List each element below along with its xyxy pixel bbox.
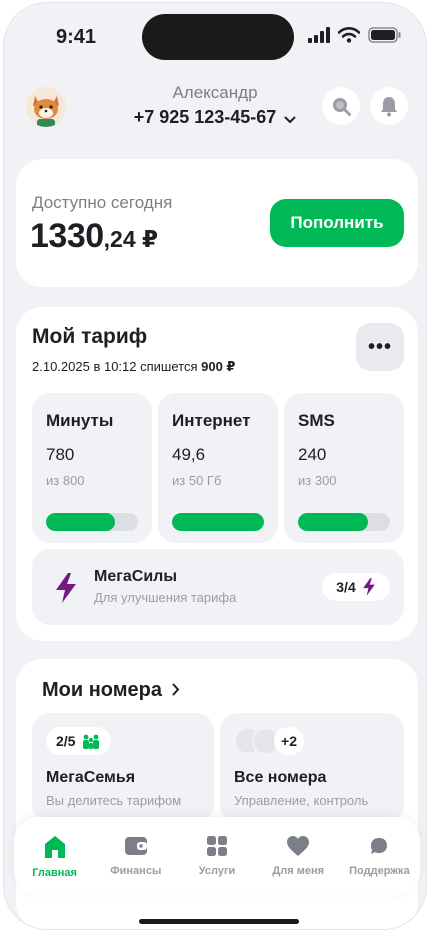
lightning-small-icon — [362, 578, 375, 596]
progress-fill — [46, 513, 115, 531]
megasily-count: 3/4 — [336, 579, 356, 595]
balance-card: Доступно сегодня 1330,24 ₽ Пополнить — [16, 159, 418, 287]
tile-minutes[interactable]: Минуты 780 из 800 — [32, 393, 152, 543]
tile-internet[interactable]: Интернет 49,6 из 50 Гб — [158, 393, 278, 543]
grid-icon — [207, 836, 227, 856]
tile-limit: из 800 — [46, 473, 85, 488]
tile-limit: из 50 Гб — [172, 473, 222, 488]
dynamic-island — [142, 14, 294, 60]
nav-label: Финансы — [110, 865, 162, 877]
bottom-navigation: Главная Финансы Услуги Для меня Поддержк… — [14, 817, 420, 895]
internet-progress-bar — [172, 513, 264, 531]
megasemya-tile[interactable]: 2/5 МегаСемья Вы делитесь тарифом — [32, 713, 214, 823]
extra-numbers-count: +2 — [274, 727, 304, 755]
tile-label: SMS — [298, 411, 335, 430]
nav-support[interactable]: Поддержка — [339, 817, 420, 895]
more-options-button[interactable]: ••• — [356, 323, 404, 371]
status-icons — [308, 27, 402, 43]
tariff-card[interactable]: Мой тариф 2.10.2025 в 10:12 спишется 900… — [16, 307, 418, 641]
all-numbers-subtitle: Управление, контроль — [234, 793, 369, 808]
tile-limit: из 300 — [298, 473, 337, 488]
tariff-tiles: Минуты 780 из 800 Интернет 49,6 из 50 Гб… — [32, 393, 404, 543]
all-numbers-title: Все номера — [234, 769, 327, 786]
nav-label: Поддержка — [349, 865, 410, 877]
balance-amount: 1330,24 ₽ — [30, 217, 158, 256]
megasily-banner[interactable]: МегаСилы Для улучшения тарифа 3/4 — [32, 549, 404, 625]
user-name: Александр — [172, 83, 258, 102]
progress-fill — [298, 513, 368, 531]
family-icon — [83, 734, 100, 749]
search-button[interactable] — [322, 87, 360, 125]
family-subtitle: Вы делитесь тарифом — [46, 793, 182, 808]
chevron-right-icon — [172, 679, 180, 702]
sms-progress-bar — [298, 513, 390, 531]
home-indicator — [139, 919, 299, 924]
phone-screen: 9:41 Александр +7 925 123-45-67 Доступно… — [3, 2, 427, 930]
phone-selector[interactable]: +7 925 123-45-67 — [4, 107, 426, 129]
numbers-avatars: +2 — [234, 727, 304, 755]
bell-icon — [381, 97, 397, 117]
balance-label: Доступно сегодня — [32, 193, 173, 212]
megasily-title: МегаСилы — [94, 568, 178, 585]
nav-label: Для меня — [272, 865, 325, 877]
megasily-subtitle: Для улучшения тарифа — [94, 590, 237, 605]
tile-value: 49,6 — [172, 445, 206, 464]
nav-label: Услуги — [198, 865, 236, 877]
tile-sms[interactable]: SMS 240 из 300 — [284, 393, 404, 543]
all-numbers-tile[interactable]: +2 Все номера Управление, контроль — [220, 713, 404, 823]
heart-icon — [287, 836, 310, 856]
megasily-badge: 3/4 — [322, 573, 390, 601]
battery-icon — [368, 27, 401, 43]
tile-label: Интернет — [172, 411, 251, 430]
phone-number: +7 925 123-45-67 — [133, 107, 277, 127]
charge-amount: 900 ₽ — [201, 359, 236, 374]
chat-icon — [371, 838, 388, 854]
signal-icon — [308, 27, 330, 43]
nav-services[interactable]: Услуги — [176, 817, 257, 895]
numbers-title-link[interactable]: Мои номера — [42, 679, 180, 702]
tariff-title: Мой тариф — [32, 325, 148, 348]
home-icon — [44, 836, 65, 858]
notifications-button[interactable] — [370, 87, 408, 125]
minutes-progress-bar — [46, 513, 138, 531]
family-badge: 2/5 — [46, 727, 112, 755]
progress-fill — [172, 513, 264, 531]
lightning-icon — [56, 573, 76, 603]
nav-home[interactable]: Главная — [14, 817, 95, 895]
nav-for-me[interactable]: Для меня — [258, 817, 339, 895]
topup-button[interactable]: Пополнить — [270, 199, 404, 247]
wallet-icon — [124, 837, 147, 855]
numbers-title: Мои номера — [42, 679, 163, 701]
nav-finance[interactable]: Финансы — [95, 817, 176, 895]
tile-value: 240 — [298, 445, 327, 464]
charge-prefix: 2.10.2025 в 10:12 спишется — [32, 359, 198, 374]
search-icon — [333, 98, 351, 116]
tile-value: 780 — [46, 445, 75, 464]
balance-whole: 1330 — [30, 217, 104, 255]
balance-fraction: ,24 ₽ — [103, 226, 159, 252]
nav-label: Главная — [32, 867, 77, 879]
family-count: 2/5 — [56, 733, 76, 749]
family-title: МегаСемья — [46, 769, 136, 786]
tariff-charge-info: 2.10.2025 в 10:12 спишется 900 ₽ — [32, 359, 235, 375]
chevron-down-icon — [284, 108, 296, 129]
status-time: 9:41 — [56, 26, 97, 48]
wifi-icon — [338, 27, 360, 43]
tile-label: Минуты — [46, 411, 114, 430]
